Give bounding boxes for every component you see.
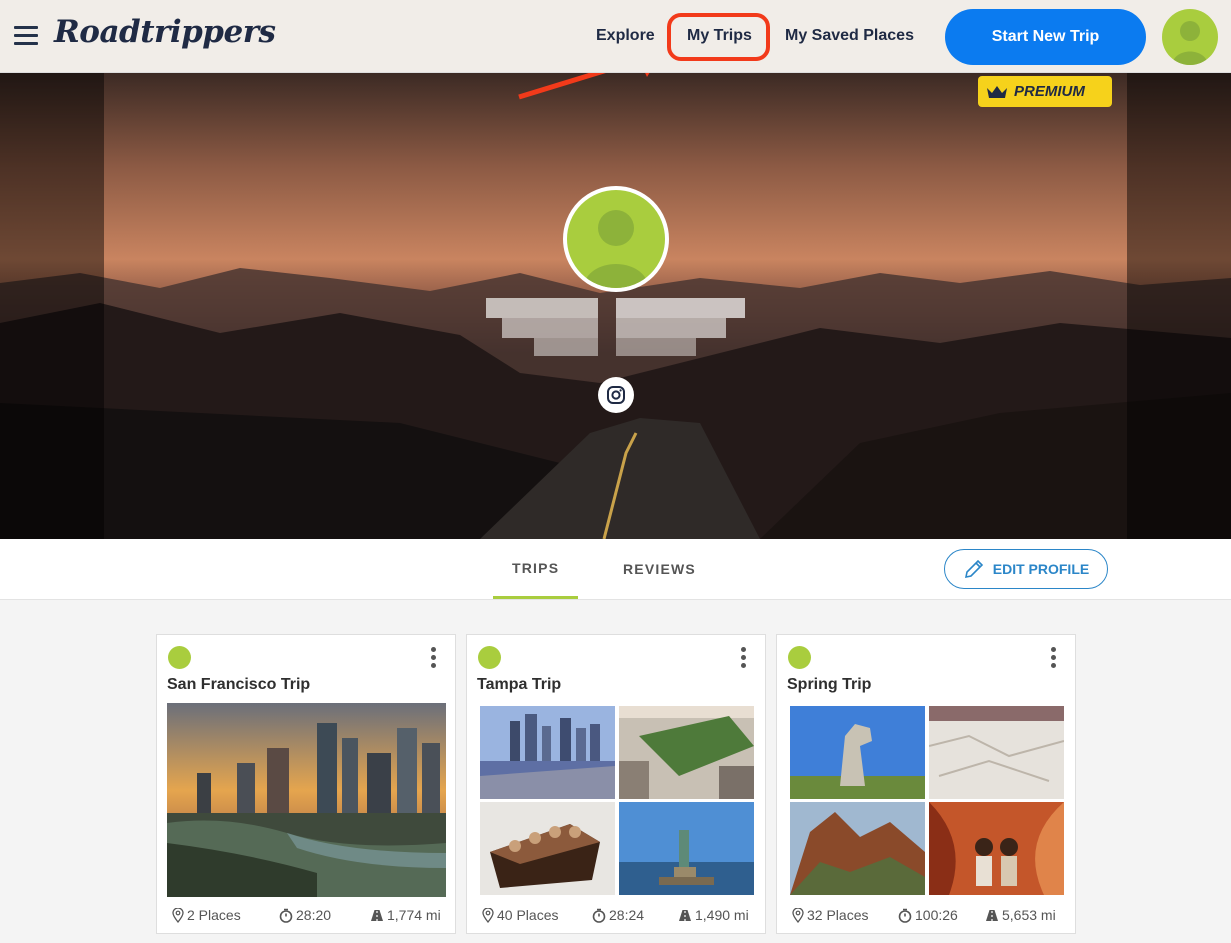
nav-my-trips[interactable]: My Trips [687,27,752,45]
timer-icon [898,908,912,923]
user-avatar[interactable] [1162,9,1218,65]
annotation-arrow [518,73,650,100]
trip-stats: 40 Places 28:24 1,490 mi [467,905,767,927]
pin-icon [482,907,494,923]
nav-my-saved-places[interactable]: My Saved Places [785,27,914,45]
stat-time: 28:20 [279,907,331,923]
trip-title[interactable]: San Francisco Trip [167,676,310,694]
stat-places: 40 Places [482,907,558,923]
road-icon [679,909,691,921]
person-icon [1172,21,1208,65]
distance: 1,490 mi [695,907,749,923]
stat-places: 32 Places [792,907,868,923]
drive-time: 28:20 [296,907,332,923]
pin-icon [792,907,804,923]
instagram-link[interactable] [598,377,634,413]
trip-card[interactable]: Spring Trip 32 Places 100:26 5,653 mi [776,634,1076,934]
trip-photo [929,802,1064,895]
trip-card[interactable]: San Francisco Trip 2 Places 28:20 1,774 … [156,634,456,934]
stat-distance: 1,774 mi [370,907,441,923]
profile-avatar[interactable] [563,186,669,292]
trip-card[interactable]: Tampa Trip 40 Places 28:24 1,490 mi [466,634,766,934]
timer-icon [592,908,606,923]
trip-image-grid[interactable] [787,705,1065,897]
active-tab-indicator [493,596,578,599]
profile-name-redacted [486,298,745,358]
trip-photo [790,706,925,799]
distance: 1,774 mi [387,907,441,923]
menu-icon[interactable] [14,26,38,46]
edit-profile-label: EDIT PROFILE [992,561,1090,577]
stat-time: 100:26 [898,907,958,923]
trip-owner-avatar [168,646,191,669]
drive-time: 100:26 [915,907,958,923]
top-nav: Roadtrippers Explore My Trips My Saved P… [0,0,1231,73]
tab-trips[interactable]: TRIPS [512,560,559,576]
profile-cover: PREMIUM [0,73,1231,539]
places-count: 32 Places [807,907,869,923]
start-new-trip-button[interactable]: Start New Trip [945,9,1146,65]
trip-cover-image[interactable] [167,703,446,897]
pin-icon [172,907,184,923]
trip-photo [480,802,615,895]
trip-stats: 2 Places 28:20 1,774 mi [157,905,457,927]
stat-places: 2 Places [172,907,241,923]
trip-photo [790,802,925,895]
edit-profile-button[interactable]: EDIT PROFILE [944,549,1108,589]
city-skyline-photo [167,703,446,897]
places-count: 40 Places [497,907,559,923]
kebab-icon[interactable] [1051,647,1057,669]
stat-distance: 5,653 mi [985,907,1056,923]
cover-side-shade-left [0,73,104,539]
trip-title[interactable]: Tampa Trip [477,676,561,694]
drive-time: 28:24 [609,907,645,923]
premium-label: PREMIUM [1014,83,1085,100]
trip-title[interactable]: Spring Trip [787,676,871,694]
kebab-icon[interactable] [431,647,437,669]
trip-photo [480,706,615,799]
pencil-icon [964,559,983,579]
stat-distance: 1,490 mi [678,907,749,923]
cover-side-shade-right [1127,73,1231,539]
crown-icon [987,85,1007,98]
premium-badge: PREMIUM [978,76,1112,107]
kebab-icon[interactable] [741,647,747,669]
trip-image-grid[interactable] [477,705,755,897]
nav-explore[interactable]: Explore [596,27,655,45]
logo[interactable]: Roadtrippers [54,14,276,50]
trip-stats: 32 Places 100:26 5,653 mi [777,905,1077,927]
tab-reviews[interactable]: REVIEWS [623,561,696,577]
profile-tabs: TRIPS REVIEWS EDIT PROFILE [0,539,1231,600]
person-icon [583,210,649,288]
places-count: 2 Places [187,907,241,923]
distance: 5,653 mi [1002,907,1056,923]
trip-owner-avatar [788,646,811,669]
trip-owner-avatar [478,646,501,669]
trip-photo [619,802,754,895]
trip-photo [619,706,754,799]
trip-photo [929,706,1064,799]
instagram-icon [607,386,625,404]
road-icon [986,909,998,921]
stat-time: 28:24 [592,907,644,923]
timer-icon [279,908,293,923]
road-icon [371,909,383,921]
